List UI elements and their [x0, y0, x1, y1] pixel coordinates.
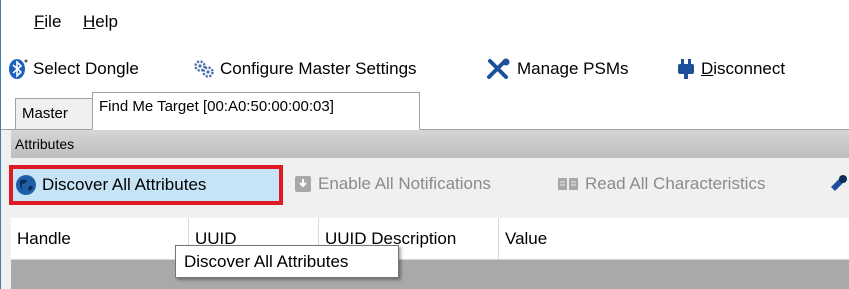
disconnect-accelerator: D [701, 59, 714, 78]
manage-psms-label: Manage PSMs [517, 59, 629, 78]
tooltip-text: Discover All Attributes [184, 252, 349, 271]
enable-all-notifications-label: Enable All Notifications [318, 174, 491, 193]
select-dongle-button[interactable]: Select Dongle [8, 56, 139, 82]
menu-file-label: ile [44, 12, 62, 31]
tab-strip: Master Find Me Target [00:A0:50:00:00:03… [1, 90, 849, 130]
tab-master[interactable]: Master [15, 98, 93, 129]
menu-file[interactable]: File [34, 12, 61, 32]
disconnect-label: Disconnect [701, 59, 785, 79]
truncated-tool-icon [831, 175, 847, 191]
tools-icon [487, 58, 510, 79]
menu-help-label: elp [95, 12, 118, 31]
discover-all-attributes-button[interactable]: Discover All Attributes [9, 165, 283, 205]
notification-icon [295, 176, 311, 192]
menu-bar: File Help [1, 0, 849, 46]
menu-file-accelerator: F [34, 12, 45, 31]
tab-find-me-target[interactable]: Find Me Target [00:A0:50:00:00:03] [92, 92, 420, 130]
read-all-characteristics-label: Read All Characteristics [585, 174, 766, 193]
menu-help-accelerator: H [83, 12, 96, 31]
select-dongle-label: Select Dongle [33, 59, 139, 78]
grid-header-row: Handle UUID UUID Description Value [11, 218, 849, 260]
overflow-tool-icon-button[interactable] [829, 169, 849, 199]
read-all-characteristics-button[interactable]: Read All Characteristics [556, 169, 765, 199]
globe-icon [16, 175, 36, 195]
column-header-handle[interactable]: Handle [11, 218, 189, 260]
plug-icon [678, 59, 694, 79]
book-icon [558, 178, 578, 190]
manage-psms-button[interactable]: Manage PSMs [486, 56, 629, 82]
discover-all-attributes-label: Discover All Attributes [42, 175, 207, 194]
attributes-grid: Handle UUID UUID Description Value [11, 218, 849, 289]
column-header-value[interactable]: Value [499, 218, 849, 260]
attributes-panel-title: Attributes [15, 136, 75, 152]
application-window: File Help Select Dongle Configure Master… [0, 0, 849, 289]
tooltip: Discover All Attributes [175, 245, 399, 278]
disconnect-label-rest: isconnect [713, 59, 786, 78]
attributes-toolbar: Discover All Attributes Enable All Notif… [9, 158, 849, 218]
column-header-handle-label: Handle [17, 229, 71, 248]
configure-master-settings-label: Configure Master Settings [220, 59, 417, 78]
tab-master-label: Master [22, 105, 68, 122]
bluetooth-icon [9, 59, 28, 79]
gears-icon [194, 60, 214, 78]
attributes-panel-header: Attributes [11, 130, 849, 158]
configure-master-settings-button[interactable]: Configure Master Settings [193, 56, 417, 82]
enable-all-notifications-button[interactable]: Enable All Notifications [293, 169, 491, 199]
disconnect-button[interactable]: Disconnect [676, 56, 785, 82]
tab-find-me-target-label: Find Me Target [00:A0:50:00:00:03] [99, 98, 334, 115]
column-header-value-label: Value [505, 229, 548, 248]
main-toolbar: Select Dongle Configure Master Settings … [1, 46, 849, 90]
menu-help[interactable]: Help [83, 12, 118, 32]
